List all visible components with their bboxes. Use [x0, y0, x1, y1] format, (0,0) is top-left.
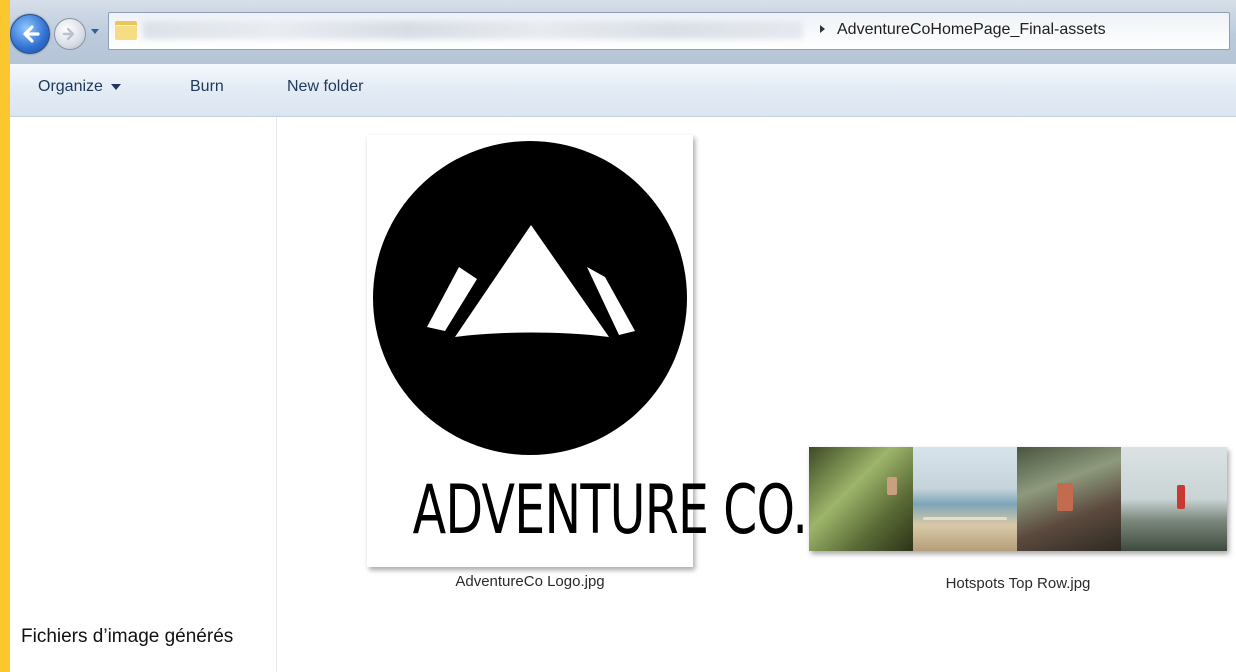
file-list[interactable]: ADVENTURE CO. AdventureCo Logo.jpg Hotsp… [277, 117, 1236, 672]
explorer-window: AdventureCoHomePage_Final-assets Organiz… [10, 0, 1236, 672]
address-bar[interactable]: AdventureCoHomePage_Final-assets [108, 12, 1230, 50]
navigation-pane[interactable] [10, 117, 277, 672]
file-thumbnail-hotspots-top-row[interactable] [809, 447, 1227, 551]
breadcrumb-arrow-icon[interactable] [819, 23, 827, 35]
chevron-down-icon [110, 83, 121, 90]
file-thumbnail-adventureco-logo[interactable]: ADVENTURE CO. [367, 135, 808, 567]
photo-tile [1121, 447, 1227, 551]
new-folder-button[interactable]: New folder [287, 78, 363, 96]
mountain-icon [427, 225, 635, 337]
photo-tile [809, 447, 913, 551]
back-arrow-icon [23, 25, 40, 43]
logo-wordmark: ADVENTURE CO. [412, 471, 808, 550]
back-button[interactable] [10, 14, 50, 54]
navigation-bar: AdventureCoHomePage_Final-assets [10, 0, 1236, 64]
file-name-label[interactable]: Hotspots Top Row.jpg [809, 575, 1227, 592]
photo-tile [913, 447, 1017, 551]
file-name-label[interactable]: AdventureCo Logo.jpg [367, 573, 693, 590]
burn-button[interactable]: Burn [190, 78, 224, 96]
organize-label: Organize [38, 78, 103, 95]
recent-pages-dropdown-icon[interactable] [90, 26, 100, 36]
logo-mountain-emblem [373, 141, 687, 455]
folder-icon [115, 19, 137, 40]
forward-arrow-icon [62, 27, 75, 41]
caption-overlay: Fichiers d’image générés [21, 626, 234, 647]
photo-tile [1017, 447, 1121, 551]
screenshot-frame: AdventureCoHomePage_Final-assets Organiz… [0, 0, 1236, 672]
organize-button[interactable]: Organize [38, 78, 121, 96]
blurred-breadcrumb-path [143, 21, 803, 39]
breadcrumb-current-folder[interactable]: AdventureCoHomePage_Final-assets [837, 21, 1106, 39]
command-toolbar: Organize Burn New folder [10, 64, 1236, 117]
forward-button[interactable] [54, 18, 86, 50]
